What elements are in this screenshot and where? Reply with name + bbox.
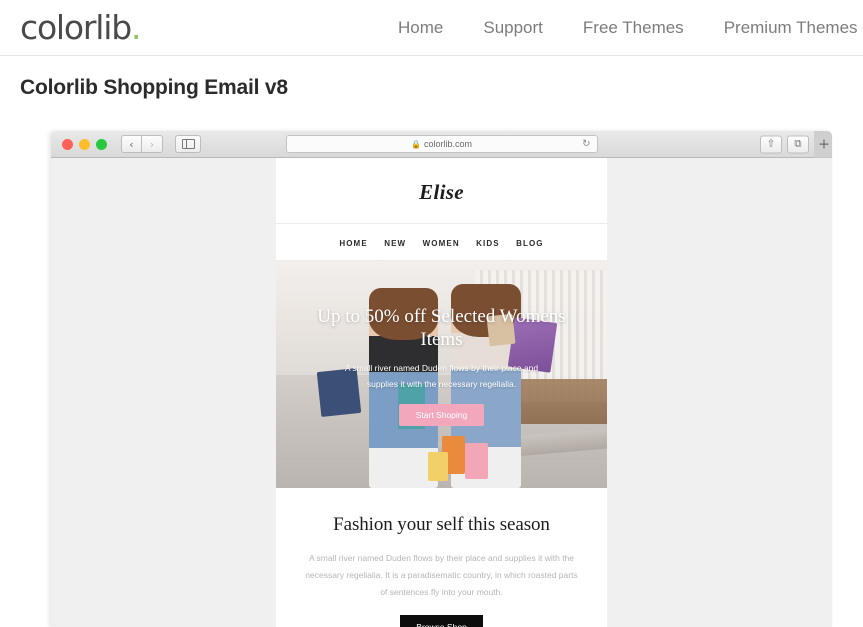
- nav-item-premium-themes[interactable]: Premium Themes: [724, 18, 858, 38]
- page-title: Colorlib Shopping Email v8: [20, 76, 288, 99]
- close-icon[interactable]: [62, 138, 73, 150]
- window-controls: [62, 138, 107, 150]
- sidebar-icon: [181, 139, 195, 149]
- sidebar-toggle-button[interactable]: [175, 135, 201, 153]
- browser-toolbar-right: ⇧ ⧉ +: [760, 131, 832, 158]
- address-bar-url: colorlib.com: [423, 139, 472, 149]
- intro-description: A small river named Duden flows by their…: [305, 553, 578, 597]
- browser-mockup: ‹ › 🔒 colorlib.com ↻ ⇧ ⧉ + Elise HOME NE…: [51, 131, 832, 627]
- hero-overlay: Up to 50% off Selected Womens Items A sm…: [276, 261, 607, 488]
- start-shopping-button[interactable]: Start Shoping: [398, 404, 485, 427]
- nav-item-support[interactable]: Support: [483, 18, 543, 38]
- new-tab-button[interactable]: +: [814, 131, 832, 158]
- browser-toolbar: ‹ › 🔒 colorlib.com ↻ ⇧ ⧉ +: [51, 131, 832, 158]
- site-header: colorlib. Home Support Free Themes Premi…: [0, 0, 863, 56]
- back-button[interactable]: ‹: [121, 135, 142, 153]
- reload-icon[interactable]: ↻: [582, 139, 590, 150]
- email-nav-item-home[interactable]: HOME: [339, 239, 367, 248]
- address-bar[interactable]: 🔒 colorlib.com ↻: [285, 135, 598, 153]
- intro-heading: Fashion your self this season: [333, 514, 550, 535]
- browse-shop-button[interactable]: Browse Shop: [400, 615, 483, 627]
- forward-button[interactable]: ›: [142, 135, 163, 153]
- email-nav-item-kids[interactable]: KIDS: [476, 239, 500, 248]
- logo-dot: .: [130, 8, 142, 47]
- email-brand-logo: Elise: [419, 180, 464, 204]
- nav-item-home[interactable]: Home: [398, 18, 443, 38]
- nav-item-free-themes[interactable]: Free Themes: [583, 18, 684, 38]
- colorlib-logo[interactable]: colorlib.: [20, 8, 142, 47]
- share-button[interactable]: ⇧: [760, 135, 782, 153]
- email-template: Elise HOME NEW WOMEN KIDS BLOG Up to 50%…: [276, 158, 607, 627]
- maximize-icon[interactable]: [96, 138, 107, 150]
- browser-viewport: Elise HOME NEW WOMEN KIDS BLOG Up to 50%…: [51, 158, 832, 627]
- logo-text: colorlib: [20, 8, 132, 47]
- history-nav-buttons: ‹ ›: [121, 135, 163, 153]
- hero-description: A small river named Duden flows by their…: [344, 363, 539, 389]
- lock-icon: 🔒: [411, 139, 421, 149]
- email-nav: HOME NEW WOMEN KIDS BLOG: [276, 223, 607, 261]
- tabs-button[interactable]: ⧉: [787, 135, 809, 153]
- hero-banner: Up to 50% off Selected Womens Items A sm…: [276, 261, 607, 488]
- site-nav: Home Support Free Themes Premium Themes …: [398, 0, 863, 56]
- hero-title: Up to 50% off Selected Womens Items: [317, 305, 566, 351]
- email-nav-item-blog[interactable]: BLOG: [516, 239, 544, 248]
- intro-section: Fashion your self this season A small ri…: [276, 488, 607, 627]
- email-nav-item-women[interactable]: WOMEN: [423, 239, 460, 248]
- minimize-icon[interactable]: [79, 138, 90, 150]
- email-nav-item-new[interactable]: NEW: [384, 239, 406, 248]
